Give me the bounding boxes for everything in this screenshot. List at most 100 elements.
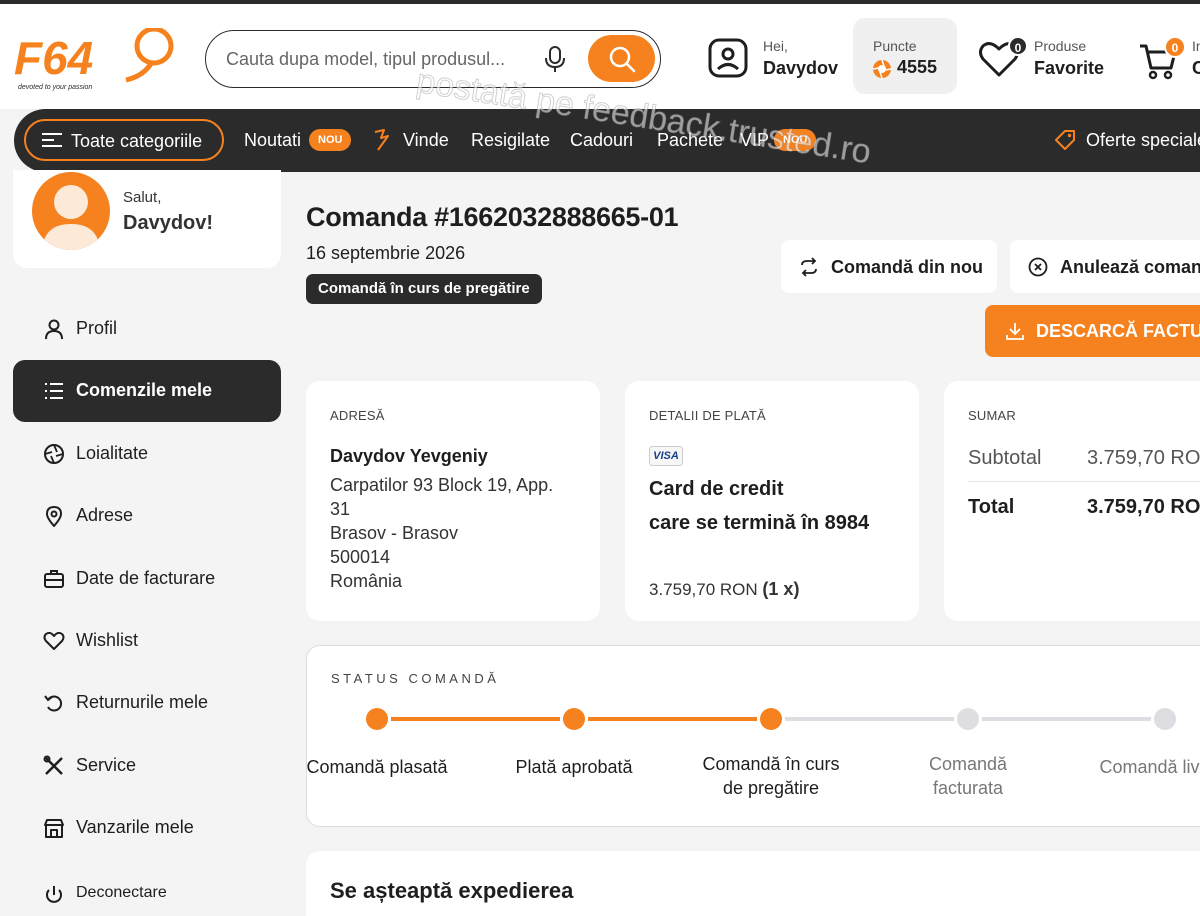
visa-icon: VISA (649, 446, 683, 466)
map-pin-icon (45, 505, 63, 527)
f64-logo[interactable]: F64 devoted to your passion (14, 26, 179, 92)
status-heading: STATUS COMANDĂ (331, 671, 500, 686)
user-icon (45, 319, 63, 340)
order-status-card: STATUS COMANDĂ Comandă plasată Plată apro… (306, 645, 1200, 827)
account-menu[interactable]: Hei, Davydov (708, 36, 848, 84)
logo-text: F64 (14, 32, 93, 84)
sidebar-item-wishlist[interactable]: Wishlist (13, 610, 281, 672)
menu-icon (42, 133, 62, 147)
sidebar-item-sales[interactable]: Vanzarile mele (13, 797, 281, 859)
points-value: 4555 (897, 57, 938, 77)
sidebar-item-label: Returnurile mele (76, 692, 209, 712)
sidebar-item-addresses[interactable]: Adrese (13, 485, 281, 547)
download-invoice-label: DESCARCĂ FACTURA (1036, 321, 1200, 341)
greeting-label: Salut, (123, 189, 162, 206)
payment-amount-line: 3.759,70 RON (1 x) (649, 579, 799, 600)
sidebar-item-label: Vanzarile mele (76, 817, 194, 837)
avatar (32, 172, 110, 250)
repeat-icon (801, 257, 817, 277)
favorites-small-label: Produse (1034, 38, 1087, 54)
address-card: ADRESĂ Davydov Yevgeniy Carpatilor 93 Bl… (306, 381, 600, 621)
shipping-title: Se așteaptă expedierea (330, 878, 574, 903)
sidebar-item-loyalty[interactable]: Loialitate (13, 423, 281, 485)
nav-vip[interactable]: VIP (740, 130, 769, 151)
avatar-person-icon (42, 185, 100, 250)
timeline-step-dot (957, 708, 979, 730)
sidebar-item-service[interactable]: Service (13, 735, 281, 797)
address-name: Davydov Yevgeniy (330, 446, 488, 466)
timeline-step-dot (1154, 708, 1176, 730)
timeline-step-dot (366, 708, 388, 730)
microphone-icon[interactable] (542, 45, 568, 73)
subtotal-label: Subtotal (968, 447, 1042, 469)
summary-heading: SUMAR (968, 408, 1016, 423)
payment-heading: DETALII DE PLATĂ (649, 408, 766, 423)
nav-pachete[interactable]: Pachete (657, 130, 723, 151)
loyalty-points[interactable]: Puncte 4555 (853, 18, 957, 94)
search-input[interactable] (226, 46, 526, 72)
all-categories-button[interactable]: Toate categoriile (24, 119, 224, 161)
summary-divider (968, 481, 1200, 482)
payment-card: DETALII DE PLATĂ VISA Card de credit car… (625, 381, 919, 621)
greeting-name: Davydov! (123, 212, 214, 234)
nav-noutati[interactable]: Noutati (244, 130, 301, 151)
aperture-icon (872, 59, 892, 79)
sidebar-item-label: Adrese (76, 505, 134, 525)
search-bar (205, 30, 661, 88)
cancel-order-button[interactable]: Anulează comanda (1010, 240, 1200, 293)
timeline-connector (391, 717, 560, 721)
nav-vinde[interactable]: Vinde (403, 130, 449, 151)
subtotal-value: 3.759,70 RON (1087, 447, 1200, 469)
cart-link[interactable]: 0 In C (1138, 36, 1200, 84)
close-circle-icon (1028, 257, 1048, 277)
order-date: 16 septembrie 2026 (306, 243, 466, 263)
account-greeting: Hei, (763, 38, 788, 54)
sidebar-item-profil[interactable]: Profil (13, 298, 281, 360)
download-icon (1006, 323, 1024, 340)
new-badge: NOU (309, 129, 352, 151)
user-account-icon (708, 38, 748, 78)
payment-amount: 3.759,70 RON (649, 580, 758, 599)
account-name: Davydov (763, 58, 839, 78)
timeline-step-label: Comandă livrată (1099, 757, 1200, 777)
cancel-order-label: Anulează comanda (1060, 257, 1200, 277)
search-button[interactable] (588, 35, 655, 82)
aperture-icon (44, 444, 64, 464)
sidebar-item-returns[interactable]: Returnurile mele (13, 672, 281, 734)
tag-icon (1055, 130, 1075, 150)
points-label: Puncte (873, 38, 917, 54)
nav-cadouri[interactable]: Cadouri (570, 130, 633, 151)
address-country: România (330, 571, 403, 591)
timeline-step-label: Comandă facturata (928, 754, 1008, 798)
sidebar-item-label: Date de facturare (76, 568, 216, 588)
nav-special-offers[interactable]: Oferte speciale (1086, 130, 1200, 151)
sidebar-item-orders[interactable]: Comenzile mele (13, 360, 281, 422)
sidebar-item-label: Deconectare (76, 884, 167, 901)
logo-tagline: devoted to your passion (18, 84, 92, 91)
timeline-step-dot (760, 708, 782, 730)
sidebar-item-logout[interactable]: Deconectare (13, 864, 281, 916)
shipping-card: Se așteaptă expedierea (306, 851, 1200, 916)
tools-icon (43, 755, 63, 775)
payment-method: Card de credit (649, 478, 784, 500)
timeline-step-label: Plată aprobată (515, 757, 633, 777)
sidebar-item-billing[interactable]: Date de facturare (13, 548, 281, 610)
sidebar-item-label: Service (76, 755, 137, 775)
sidebar-item-label: Loialitate (76, 443, 149, 463)
cart-count: 0 (1164, 36, 1186, 58)
timeline-connector (785, 717, 954, 721)
download-invoice-button[interactable]: DESCARCĂ FACTURA (985, 305, 1200, 357)
address-heading: ADRESĂ (330, 408, 385, 423)
address-line: 31 (330, 499, 351, 519)
address-postal-code: 500014 (330, 547, 391, 567)
order-title: Comanda #1662032888665-01 (306, 202, 679, 232)
timeline-step-label: Comandă plasată (306, 757, 448, 777)
cart-label: C (1192, 58, 1200, 78)
favorites-link[interactable]: 0 Produse Favorite (978, 36, 1118, 84)
payment-card-ending: care se termină în 8984 (649, 512, 870, 534)
timeline-connector (982, 717, 1151, 721)
nav-resigilate[interactable]: Resigilate (471, 130, 550, 151)
reorder-button[interactable]: Comandă din nou (781, 240, 997, 293)
timeline-step-label: Comandă în curs de pregătire (702, 754, 840, 798)
briefcase-icon (44, 570, 64, 588)
